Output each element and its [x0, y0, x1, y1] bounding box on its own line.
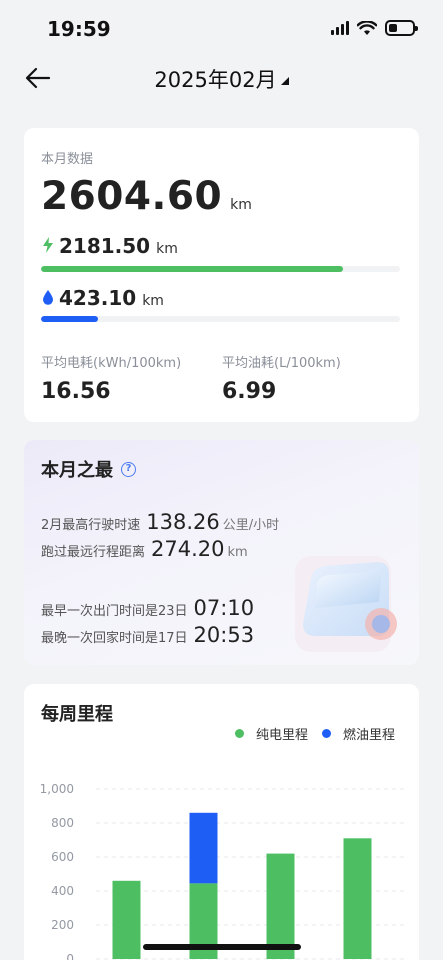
- electric-mileage-unit: km: [156, 241, 178, 257]
- fuel-progress-bar: [41, 316, 400, 322]
- fuel-mileage-value: 423.10: [59, 286, 137, 310]
- nav-bar: 2025年02月: [0, 58, 443, 98]
- longest-trip-row: 跑过最远行程距离 274.20 km: [41, 537, 248, 561]
- earliest-departure-row: 最早一次出门时间是23日 07:10: [41, 596, 254, 620]
- bar-fuel: [189, 812, 218, 884]
- total-mileage-unit: km: [230, 197, 252, 213]
- earliest-departure-label: 最早一次出门时间是23日: [41, 604, 188, 619]
- y-tick-label: 400: [51, 884, 74, 898]
- avg-power-stat: 平均电耗(kWh/100km) 16.56: [41, 352, 181, 404]
- status-time: 19:59: [47, 17, 111, 41]
- electric-progress-fill: [41, 266, 343, 272]
- longest-trip-value: 274.20: [151, 537, 225, 561]
- cellular-signal-icon: [331, 21, 349, 35]
- dropdown-caret-icon: [280, 77, 289, 85]
- latest-return-label: 最晚一次回家时间是17日: [41, 631, 188, 646]
- status-bar: 19:59: [0, 0, 443, 58]
- top-speed-value: 138.26: [146, 510, 220, 534]
- month-title: 2025年02月: [154, 68, 277, 92]
- y-tick-label: 800: [51, 816, 74, 830]
- y-tick-label: 200: [51, 918, 74, 932]
- car-illustration: [295, 556, 397, 652]
- electric-progress-bar: [41, 266, 400, 272]
- y-tick-label: 0: [66, 952, 74, 960]
- monthly-data-label: 本月数据: [41, 152, 94, 167]
- total-mileage: 2604.60 km: [41, 174, 252, 219]
- status-icons: [331, 20, 418, 36]
- earliest-departure-value: 07:10: [193, 596, 255, 620]
- electric-mileage-value: 2181.50: [59, 234, 151, 258]
- fuel-mileage: 423.10 km: [41, 286, 164, 310]
- home-indicator: [143, 944, 301, 950]
- battery-level-fill: [389, 24, 397, 32]
- top-speed-unit: 公里/小时: [222, 518, 280, 533]
- wifi-icon: [357, 20, 377, 35]
- y-tick-label: 1,000: [40, 782, 74, 796]
- fuel-drop-icon: [43, 290, 53, 305]
- avg-power-label: 平均电耗(kWh/100km): [41, 356, 182, 371]
- avg-power-value: 16.56: [41, 379, 111, 404]
- total-mileage-value: 2604.60: [41, 174, 223, 219]
- fuel-mileage-unit: km: [142, 293, 164, 309]
- weekly-mileage-card: 每周里程 纯电里程 燃油里程 0 200 400 600 800 1,000: [24, 684, 419, 960]
- avg-fuel-label: 平均油耗(L/100km): [222, 356, 341, 371]
- monthly-best-card: 本月之最 ? 2月最高行驶时速 138.26 公里/小时 跑过最远行程距离 27…: [24, 440, 419, 665]
- longest-trip-label: 跑过最远行程距离: [41, 545, 146, 560]
- battery-icon: [385, 20, 418, 36]
- weekly-mileage-chart: 0 200 400 600 800 1,000: [40, 782, 404, 960]
- monthly-data-card: 本月数据 2604.60 km 2181.50 km 423.10 km 平均电…: [24, 128, 419, 422]
- bar-electric: [112, 880, 141, 959]
- top-speed-label: 2月最高行驶时速: [41, 518, 141, 533]
- latest-return-value: 20:53: [193, 623, 255, 647]
- y-tick-label: 600: [51, 850, 74, 864]
- help-icon[interactable]: ?: [121, 461, 136, 477]
- top-speed-row: 2月最高行驶时速 138.26 公里/小时: [41, 510, 279, 534]
- month-picker[interactable]: 2025年02月: [0, 64, 443, 94]
- monthly-best-title-text: 本月之最: [41, 460, 113, 481]
- lightning-icon: [43, 237, 53, 253]
- monthly-best-title: 本月之最 ?: [41, 456, 136, 482]
- latest-return-row: 最晚一次回家时间是17日 20:53: [41, 623, 254, 647]
- longest-trip-unit: km: [227, 545, 248, 560]
- avg-fuel-stat: 平均油耗(L/100km) 6.99: [222, 352, 341, 404]
- avg-fuel-value: 6.99: [222, 379, 277, 404]
- electric-mileage: 2181.50 km: [41, 234, 178, 258]
- fuel-progress-fill: [41, 316, 99, 322]
- bar-electric: [343, 838, 372, 959]
